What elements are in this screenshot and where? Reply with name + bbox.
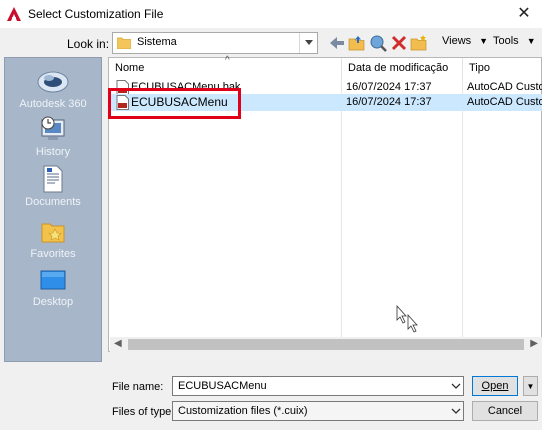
caret-down-icon: ▼ bbox=[526, 382, 535, 391]
place-label: Favorites bbox=[30, 248, 76, 260]
chevron-down-icon[interactable] bbox=[299, 33, 317, 53]
place-autodesk-360[interactable]: Autodesk 360 bbox=[5, 66, 101, 110]
back-icon[interactable] bbox=[327, 33, 347, 53]
place-label: Documents bbox=[25, 196, 81, 208]
caret-down-icon: ▼ bbox=[526, 36, 536, 46]
search-web-icon[interactable] bbox=[368, 33, 388, 53]
scroll-left-icon[interactable]: ◀ bbox=[114, 338, 122, 349]
file-date: 16/07/2024 17:37 bbox=[346, 81, 432, 93]
look-in-label: Look in: bbox=[67, 37, 110, 51]
up-folder-icon[interactable] bbox=[347, 33, 367, 53]
column-divider bbox=[462, 80, 463, 338]
close-icon[interactable]: ✕ bbox=[512, 3, 536, 25]
select-customization-file-dialog: Select Customization File ✕ Look in: Sis… bbox=[0, 0, 542, 430]
file-type: AutoCAD Custom bbox=[467, 96, 542, 108]
mouse-cursor-icon bbox=[396, 305, 418, 333]
window-title: Select Customization File bbox=[28, 7, 164, 21]
column-header-date[interactable]: Data de modificação bbox=[341, 58, 460, 80]
file-type-label: Files of type: bbox=[112, 406, 175, 418]
chevron-down-icon[interactable] bbox=[451, 406, 461, 416]
history-icon bbox=[41, 116, 65, 140]
open-button[interactable]: Open bbox=[472, 376, 518, 396]
place-desktop[interactable]: Desktop bbox=[5, 268, 101, 308]
delete-icon[interactable] bbox=[389, 33, 409, 53]
chevron-down-icon[interactable] bbox=[451, 381, 461, 391]
file-type: AutoCAD Custom bbox=[467, 81, 542, 93]
title-bar: Select Customization File ✕ bbox=[0, 0, 542, 28]
new-folder-icon[interactable] bbox=[409, 33, 429, 53]
place-label: Autodesk 360 bbox=[19, 98, 87, 110]
favorites-icon bbox=[41, 223, 65, 243]
look-in-dropdown[interactable]: Sistema bbox=[112, 32, 318, 54]
horizontal-scrollbar[interactable]: ◀ ▶ bbox=[110, 337, 542, 352]
views-menu[interactable]: Views ▼ bbox=[442, 35, 488, 47]
cancel-button[interactable]: Cancel bbox=[472, 401, 538, 421]
file-name-input[interactable]: ECUBUSACMenu bbox=[172, 376, 464, 396]
cloud-icon bbox=[37, 71, 69, 93]
column-divider bbox=[341, 80, 342, 338]
cancel-label: Cancel bbox=[487, 405, 523, 417]
tools-menu[interactable]: Tools ▼ bbox=[493, 35, 536, 47]
file-name-label: File name: bbox=[112, 381, 164, 393]
open-options-button[interactable]: ▼ bbox=[523, 376, 538, 396]
column-header-name[interactable]: Nome bbox=[109, 58, 338, 80]
place-history[interactable]: History bbox=[5, 114, 101, 158]
file-type-value: Customization files (*.cuix) bbox=[178, 405, 308, 417]
column-header-type[interactable]: Tipo bbox=[462, 58, 542, 80]
views-label: Views bbox=[442, 35, 472, 47]
file-date: 16/07/2024 17:37 bbox=[346, 96, 432, 108]
place-label: History bbox=[35, 146, 71, 158]
open-label: Open bbox=[481, 380, 509, 392]
place-label: Desktop bbox=[32, 296, 74, 308]
file-type-select[interactable]: Customization files (*.cuix) bbox=[172, 401, 464, 421]
scroll-right-icon[interactable]: ▶ bbox=[530, 338, 538, 349]
caret-down-icon: ▼ bbox=[479, 36, 489, 46]
scrollbar-thumb[interactable] bbox=[128, 339, 524, 350]
place-favorites[interactable]: Favorites bbox=[5, 216, 101, 260]
folder-icon bbox=[117, 37, 131, 49]
annotation-highlight-box bbox=[108, 88, 241, 119]
tools-label: Tools bbox=[493, 35, 519, 47]
place-documents[interactable]: Documents bbox=[5, 164, 101, 208]
documents-icon bbox=[43, 165, 63, 193]
autocad-logo-icon bbox=[7, 7, 21, 21]
places-bar: Autodesk 360 History Documents Favorites… bbox=[4, 57, 102, 362]
file-name-value: ECUBUSACMenu bbox=[178, 380, 267, 392]
look-in-value: Sistema bbox=[137, 36, 177, 48]
desktop-icon bbox=[40, 270, 66, 290]
